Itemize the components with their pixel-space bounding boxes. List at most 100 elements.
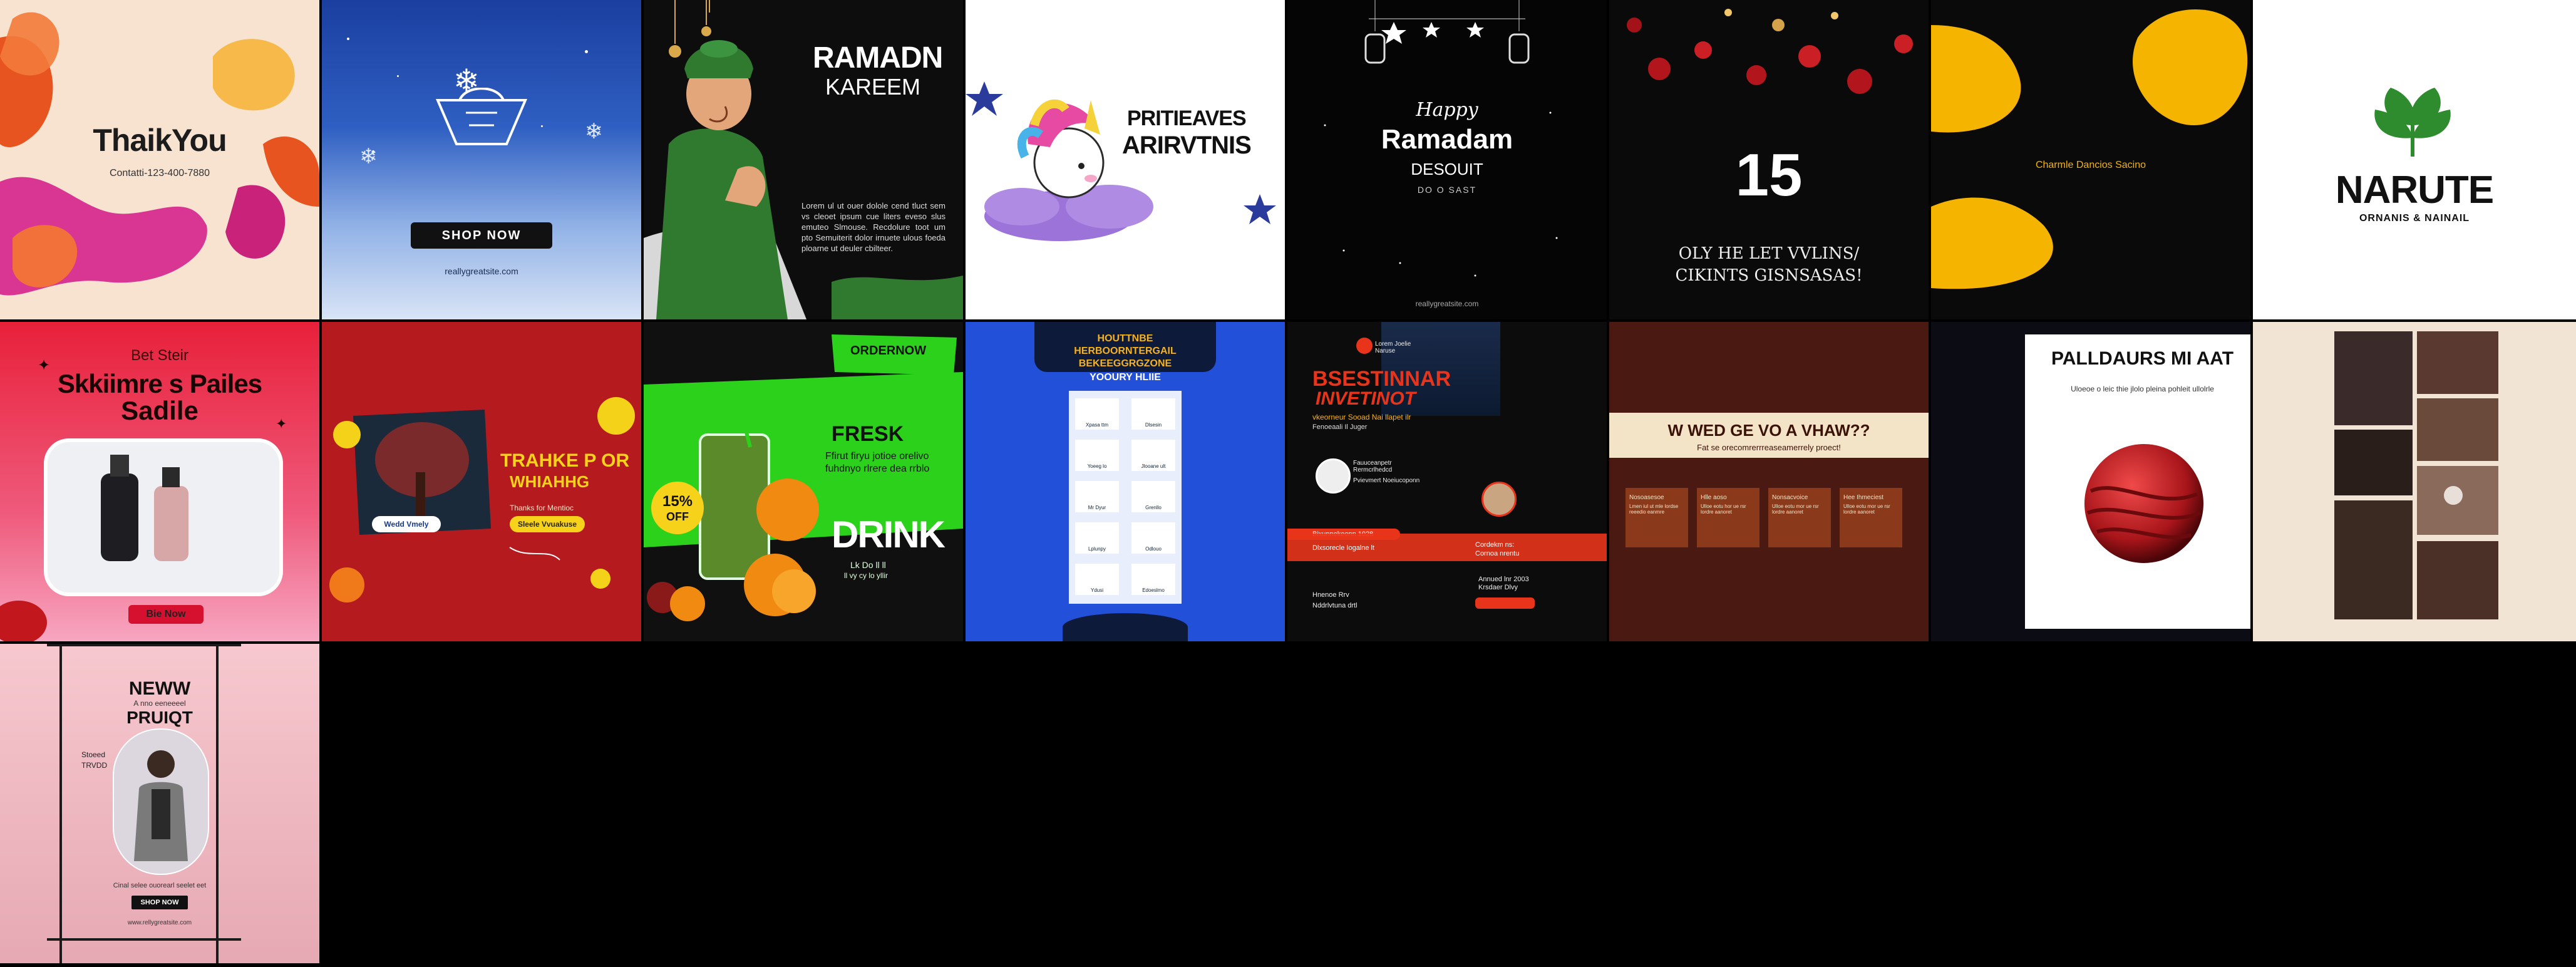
shop-now-button[interactable]: SHOP NOW [411,222,552,249]
blue-title-2: HERBOORNTERGAIL [1074,346,1177,356]
brand-name: Lorem Joelie Naruse [1375,341,1411,354]
info-card[interactable]: Nonsacvoice Ulloe eotu mor ue rsr lordre… [1768,488,1831,547]
fresh-label: FRESK [832,422,904,446]
contact-line-2: Nddrlvtuna drtl [1312,602,1358,609]
tile-winter-shop[interactable]: ❄ ❄ ❄ SHOP NOW reallygreatsite.com [322,0,641,319]
basket-icon [435,88,528,145]
info-block-1: Cordekm ns: [1475,541,1515,549]
poster-sub: Uloeoe o leic thie jlolo pleina pohleit … [2071,385,2214,393]
info-bar-text: Dlxsorecle Iogalne lt [1312,544,1375,552]
template-grid: ThaikYou Contatti-123-400-7880 ❄ ❄ ❄ SHO… [0,0,2576,967]
side-label-1: Stoeed [81,750,106,759]
tile-yellow-blob[interactable]: Charmle Dancios Sacino [1931,0,2250,319]
ramadan-body-text: Lorem ul ut ouer dolole cend tluct sem v… [801,201,945,253]
drink-small-2: ll vy cy lo yllir [844,571,889,580]
blue-title-1: HOUTTNBE [1097,333,1153,344]
unicorn-title-2: ARIRVTNIS [1122,132,1252,159]
brand-logo-icon [1356,338,1373,354]
tree-photo-collage [329,397,635,602]
snowflake-icon: ❄ [359,145,378,168]
register-button[interactable] [1475,597,1535,609]
info-card[interactable]: Hee Ihmeciest Ulloe eotu mor ue rsr lord… [1840,488,1902,547]
happy-text: Happy [1416,99,1478,121]
icon-cell: Odlouo [1131,522,1175,554]
icon-cell: Mr Dyur [1075,481,1119,512]
icon-cell: Xpasa ttm [1075,398,1119,430]
footer-dome [1063,613,1188,641]
tile-skincare[interactable]: Bet Steir Skkiimre s Pailes Sadile Bie N… [0,322,319,641]
frame-line [47,644,241,646]
collage-photo [2334,331,2413,425]
discount-badge: 15% OFF [651,482,704,534]
decorative-blob [0,601,47,641]
speaker-name: Fauuceanpetr Rermcrlhedcd [1353,460,1393,473]
product-photo [44,438,283,596]
tile-countdown[interactable]: 15 OLY HE LET VVLINS/ CIKINTS GISNSASAS! [1609,0,1929,319]
site-url[interactable]: reallygreatsite.com [1287,299,1607,308]
discount-text: DESOUIT [1411,160,1483,178]
icon-cell: Yoeeg lo [1075,440,1119,471]
pill-button-1[interactable]: Wedd Vmely [372,516,441,532]
webinar-sub: vkeorneur Sooad Nai llapet ilr [1312,413,1411,421]
webinar-title-2: INVETINOT [1316,388,1416,409]
subtitle-text: DO O SAST [1417,185,1477,195]
side-label-2: TRVDD [81,761,108,770]
new-title-1: NEWW [128,678,191,699]
unicorn-title-1: PRITIEAVES [1127,106,1247,130]
badge-percent: 15% [662,493,693,510]
site-url[interactable]: reallygreatsite.com [322,266,641,276]
serum-bottles-image [101,455,188,561]
brand-subtitle: ORNANIS & NAINAIL [2359,213,2470,224]
icon-cell: Grenllo [1131,481,1175,512]
tile-thanks-red[interactable]: TRAHKE P OR WHIAHHG Thanks for Mentioc W… [322,322,641,641]
tile-thank-you[interactable]: ThaikYou Contatti-123-400-7880 [0,0,319,319]
snowflake-icon: ❄ [585,120,603,143]
frame-line [47,938,241,941]
tile-fresh-drink[interactable]: ORDERNOW FRESK Ffirut firyu jotioe oreli… [644,322,963,641]
tile-ramadan-man[interactable]: RAMADN KAREEM Lorem ul ut ouer dolole ce… [644,0,963,319]
brown-sub: Fat se orecomrerrreaseamerrely proect! [1697,443,1841,452]
brown-title: W WED GE VO A VHAW?? [1667,421,1870,440]
speaker-avatar-2 [1481,482,1517,517]
sparkle-icon: ✦ [38,357,51,374]
tile-unicorn[interactable]: PRITIEAVES ARIRVTNIS [966,0,1285,319]
thank-you-title: ThaikYou [93,123,227,158]
pill-button-2[interactable]: Sleele Vvuakuse [510,516,585,532]
red-sphere-image [2084,444,2203,563]
tile-photo-collage[interactable] [2253,322,2576,641]
drink-small-1: Lk Do ll ll [850,560,886,570]
cup-detail [2444,486,2463,505]
tile-nature[interactable]: NARUTE ORNANIS & NAINAIL [2253,0,2576,319]
unicorn-illustration [966,81,1276,241]
tile-brown[interactable]: W WED GE VO A VHAW?? Fat se orecomrerrre… [1609,322,1929,641]
ramadan-title-1: RAMADN [813,41,943,75]
contact-line-1: Hnenoe Rrv [1312,591,1349,599]
drink-label: DRINK [832,514,945,556]
icon-cell: Ydusi [1075,564,1119,595]
tagline-text: Charmle Dancios Sacino [2035,160,2146,170]
caption-text: Cinal selee ouorearl seelet eet [113,882,207,889]
thanks-title-1: TRAHKE P OR [500,450,630,471]
icon-grid: Xpasa ttm Dlsesin Yoeeg lo Jlooane ult M… [1069,391,1182,604]
collage-photo [2417,541,2498,619]
shop-now-button[interactable]: SHOP NOW [131,896,188,909]
blue-title-3: BEKEEGGRGZONE [1078,358,1172,369]
info-card[interactable]: Nosoasesoe Lmen iul ut mle lordse reeedi… [1625,488,1688,547]
order-now-label[interactable]: ORDERNOW [850,344,926,358]
tile-paldaurs[interactable]: PALLDAURS MI AAT Uloeoe o leic thie jlol… [1931,322,2250,641]
snow-dot [397,75,399,77]
tile-happy-ramadan[interactable]: Happy Ramadam DESOUIT DO O SAST reallygr… [1287,0,1607,319]
buy-now-button[interactable]: Bie Now [128,605,204,624]
tile-blue-icons[interactable]: HOUTTNBE HERBOORNTERGAIL BEKEEGGRGZONE Y… [966,322,1285,641]
tile-webinar[interactable]: Lorem Joelie Naruse BSESTINNAR INVETINOT… [1287,322,1607,641]
countdown-number: 15 [1735,142,1803,209]
webinar-date: Fenoeaali Il Juger [1312,423,1368,431]
info-card[interactable]: Hlle aoso Ulloe eotu hor ue rsr lordre a… [1697,488,1759,547]
tile-new-product[interactable]: NEWW A nno eeneeeel PRUIQT Stoeed TRVDD … [0,644,319,963]
speaker-role: Pvievmert Noeiucoponn [1353,477,1420,484]
site-url[interactable]: www.rellygreatsite.com [0,919,319,926]
collage-photo [2417,398,2498,461]
juice-illustration [644,334,963,621]
icon-cell: Lplunpy [1075,522,1119,554]
fresh-body: Ffirut firyu jotioe orelivo fuhdnyo rlre… [825,451,930,474]
